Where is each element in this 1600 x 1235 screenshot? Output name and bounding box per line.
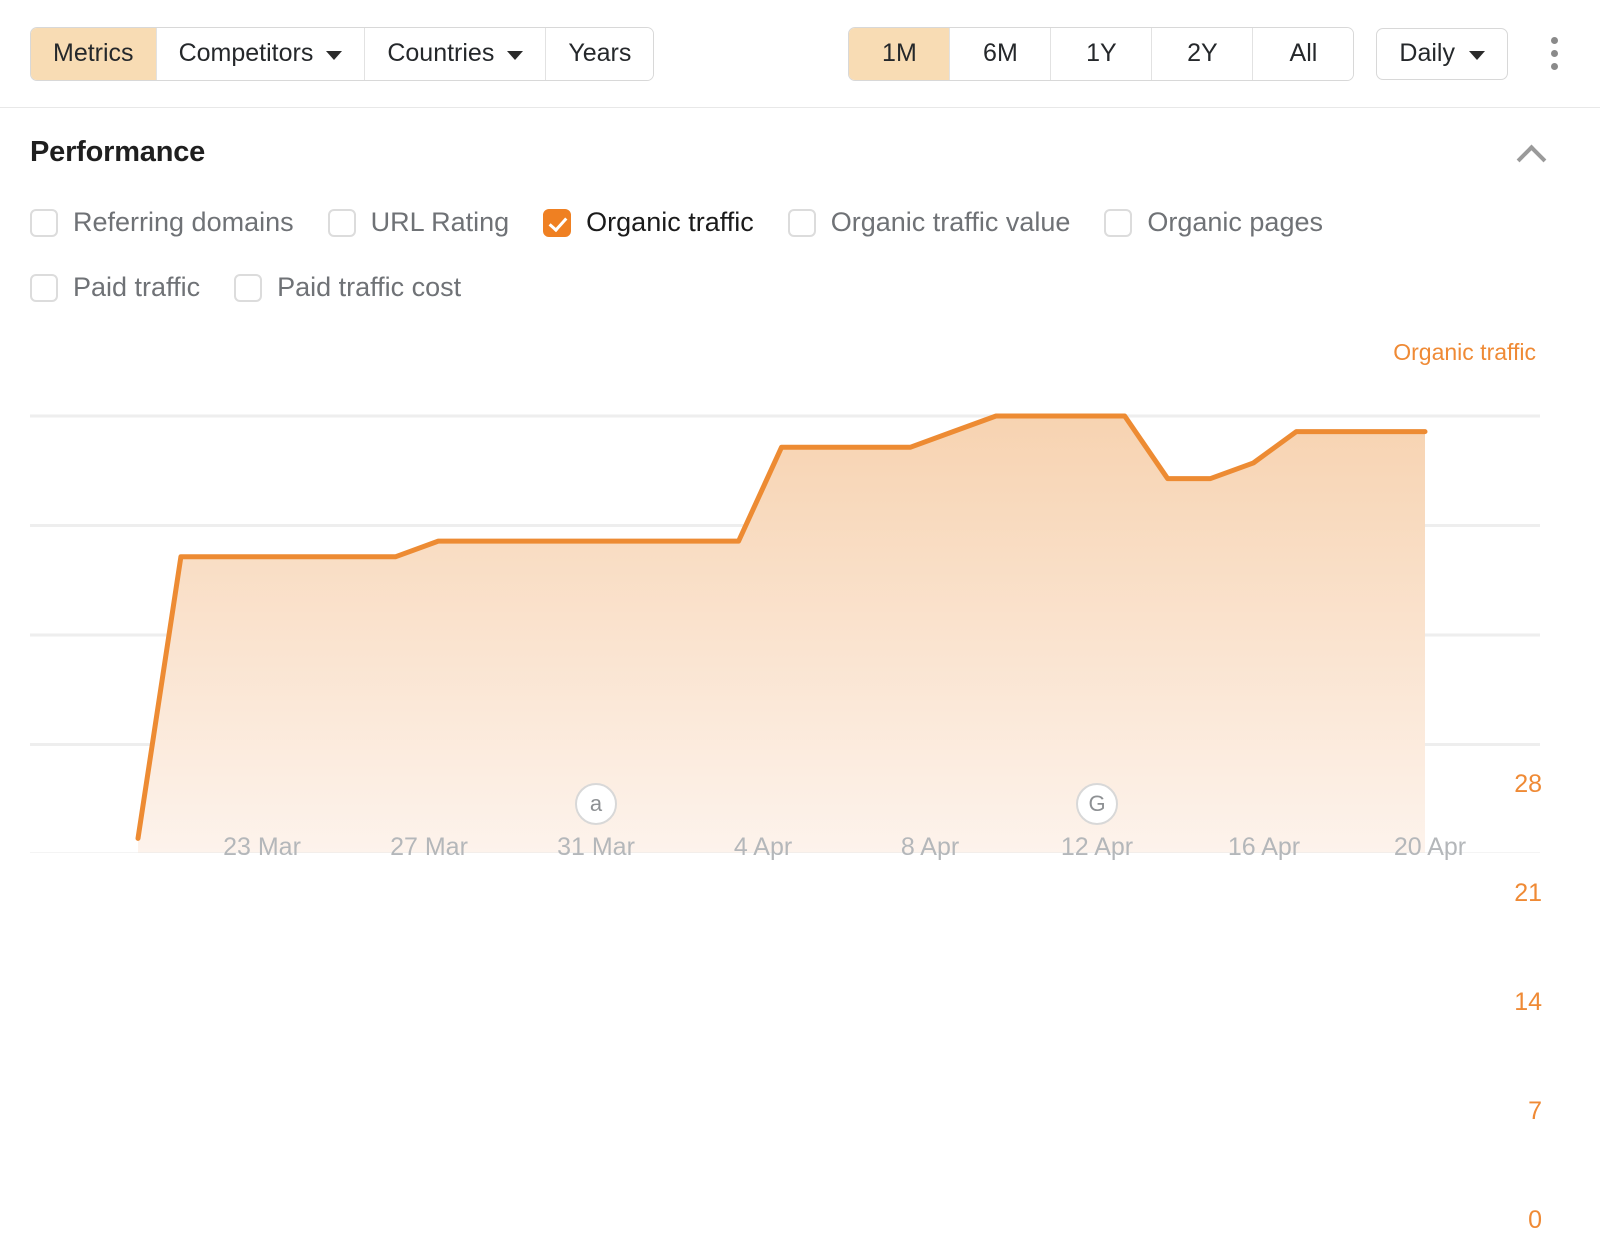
checkbox-label: Referring domains	[73, 207, 294, 237]
toolbar-right-group: 1M 6M 1Y 2Y All Daily	[848, 26, 1572, 81]
checkbox-label: Organic traffic	[586, 207, 754, 237]
performance-chart: Organic traffic 28 21 14 7 0 23 Mar 27 M…	[0, 333, 1600, 1234]
organic-traffic-area-chart	[30, 413, 1540, 853]
y-axis-tick: 21	[1514, 879, 1542, 907]
checkbox-paid-traffic-cost[interactable]: Paid traffic cost	[234, 272, 461, 303]
checkbox-box	[30, 208, 58, 237]
tab-competitors-label: Competitors	[178, 39, 314, 67]
tab-metrics-label: Metrics	[53, 39, 134, 67]
chart-series-legend: Organic traffic	[1393, 339, 1536, 365]
checkbox-label: Organic traffic value	[830, 207, 1071, 237]
chevron-down-icon	[507, 50, 524, 60]
x-axis-tick: 12 Apr	[1060, 833, 1134, 861]
checkbox-box-checked	[543, 208, 572, 237]
range-6m[interactable]: 6M	[950, 27, 1052, 80]
x-axis-tick: 20 Apr	[1393, 833, 1467, 861]
checkbox-organic-traffic[interactable]: Organic traffic	[543, 207, 754, 238]
date-range-selector: 1M 6M 1Y 2Y All	[848, 26, 1355, 81]
page-title: Performance	[30, 136, 206, 168]
checkbox-label: Paid traffic	[73, 272, 201, 302]
ahrefs-event-marker-label: a	[589, 791, 603, 816]
tab-years-label: Years	[568, 39, 632, 67]
checkbox-organic-pages[interactable]: Organic pages	[1104, 207, 1323, 238]
range-all[interactable]: All	[1253, 27, 1354, 80]
chevron-down-icon	[326, 50, 343, 60]
checkbox-label: Paid traffic cost	[277, 272, 462, 302]
google-update-marker-label: G	[1088, 791, 1106, 816]
kebab-menu-icon[interactable]	[1536, 32, 1572, 76]
checkbox-label: URL Rating	[370, 207, 510, 237]
granularity-dropdown[interactable]: Daily	[1376, 27, 1508, 80]
tab-countries-label: Countries	[387, 39, 495, 67]
y-axis-tick: 14	[1514, 988, 1542, 1016]
checkbox-box	[234, 273, 263, 302]
x-axis-tick: 27 Mar	[390, 833, 468, 861]
metrics-checkbox-row-1: Referring domains URL Rating Organic tra…	[0, 207, 1600, 238]
y-axis-tick: 7	[1528, 1097, 1542, 1125]
y-axis-tick: 0	[1528, 1206, 1542, 1234]
x-axis-tick: 4 Apr	[733, 833, 793, 861]
ahrefs-event-marker[interactable]: a	[575, 783, 617, 825]
tab-metrics[interactable]: Metrics	[31, 27, 157, 80]
y-axis-tick: 28	[1514, 770, 1542, 798]
checkbox-box	[787, 208, 816, 237]
range-2y[interactable]: 2Y	[1152, 27, 1254, 80]
x-axis-tick: 31 Mar	[557, 833, 635, 861]
range-1y[interactable]: 1Y	[1051, 27, 1153, 80]
checkbox-organic-traffic-value[interactable]: Organic traffic value	[787, 207, 1071, 238]
x-axis-tick: 16 Apr	[1227, 833, 1301, 861]
chart-area-fill	[138, 416, 1425, 853]
tab-countries[interactable]: Countries	[365, 27, 547, 80]
top-toolbar: Metrics Competitors Countries Years 1M 6…	[0, 0, 1600, 108]
checkbox-paid-traffic[interactable]: Paid traffic	[30, 272, 200, 303]
metrics-checkbox-row-2: Paid traffic Paid traffic cost	[0, 272, 1600, 303]
performance-section-header: Performance	[0, 108, 1600, 169]
checkbox-referring-domains[interactable]: Referring domains	[30, 207, 294, 238]
chevron-down-icon	[1469, 50, 1485, 60]
view-tabs: Metrics Competitors Countries Years	[30, 26, 655, 81]
google-update-marker[interactable]: G	[1076, 783, 1118, 825]
x-axis-tick: 8 Apr	[900, 833, 960, 861]
checkbox-box	[30, 273, 58, 302]
checkbox-box	[1104, 208, 1133, 237]
chevron-up-icon[interactable]	[1518, 145, 1544, 160]
tab-years[interactable]: Years	[546, 27, 654, 80]
granularity-label: Daily	[1399, 39, 1455, 67]
x-axis-tick: 23 Mar	[223, 833, 301, 861]
checkbox-url-rating[interactable]: URL Rating	[327, 207, 510, 238]
range-1m[interactable]: 1M	[849, 27, 951, 80]
tab-competitors[interactable]: Competitors	[156, 27, 366, 80]
checkbox-box	[327, 208, 356, 237]
checkbox-label: Organic pages	[1147, 207, 1323, 237]
